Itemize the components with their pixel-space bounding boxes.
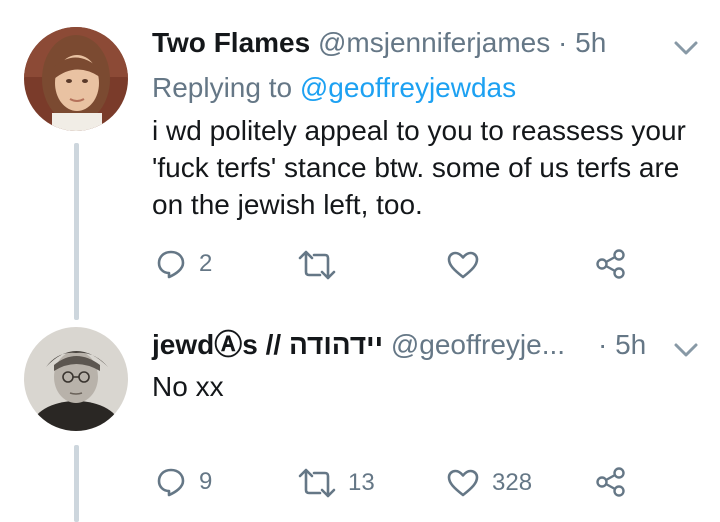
tweet-2[interactable]: jewdⒶs // יידהודה @geoffreyje... · 5h No… [0,320,720,522]
reply-count: 9 [199,468,213,495]
retweet-icon [298,468,336,498]
tweet-header: Two Flames @msjenniferjames · 5h [152,26,606,60]
share-icon [596,467,625,497]
reply-icon [157,468,185,497]
thread-line [74,445,79,522]
share-button[interactable] [595,466,627,498]
chevron-down-icon[interactable] [673,38,699,63]
tweet-time: · 5h [598,328,646,362]
heart-icon [447,469,479,497]
separator-dot: · [598,329,608,360]
chevron-down-icon[interactable] [673,340,699,365]
reply-button[interactable]: 2 [155,248,212,280]
share-button[interactable] [595,248,627,280]
replying-to: Replying to @geoffreyjewdas [152,72,516,104]
reply-button[interactable]: 9 [155,466,212,498]
like-button[interactable] [446,250,492,280]
share-icon [596,249,625,279]
retweet-button[interactable] [298,250,348,280]
heart-icon [447,251,479,279]
user-handle[interactable]: @msjenniferjames [318,27,550,58]
avatar[interactable] [24,327,128,431]
like-button[interactable]: 328 [446,468,532,498]
like-count: 328 [492,469,533,496]
display-name[interactable]: jewdⒶs // יידהודה [152,329,383,360]
reply-icon [157,250,185,279]
display-name[interactable]: Two Flames [152,27,310,58]
retweet-count: 13 [348,469,375,496]
user-handle[interactable]: @geoffreyje... [391,329,565,360]
reply-count: 2 [199,250,213,277]
tweet-1[interactable]: Two Flames @msjenniferjames · 5h Replyin… [0,0,720,320]
separator-dot: · [558,27,568,58]
tweet-text: No xx [152,371,224,402]
avatar[interactable] [24,27,128,131]
retweet-icon [298,250,336,280]
replying-to-link[interactable]: @geoffreyjewdas [300,72,516,103]
replying-to-label: Replying to [152,72,293,103]
timestamp[interactable]: 5h [615,329,646,360]
tweet-header: jewdⒶs // יידהודה @geoffreyje... [152,328,565,362]
tweet-text: i wd politely appeal to you to reassess … [152,115,686,220]
thread-line [74,143,79,320]
retweet-button[interactable]: 13 [298,468,375,498]
timestamp[interactable]: 5h [575,27,606,58]
